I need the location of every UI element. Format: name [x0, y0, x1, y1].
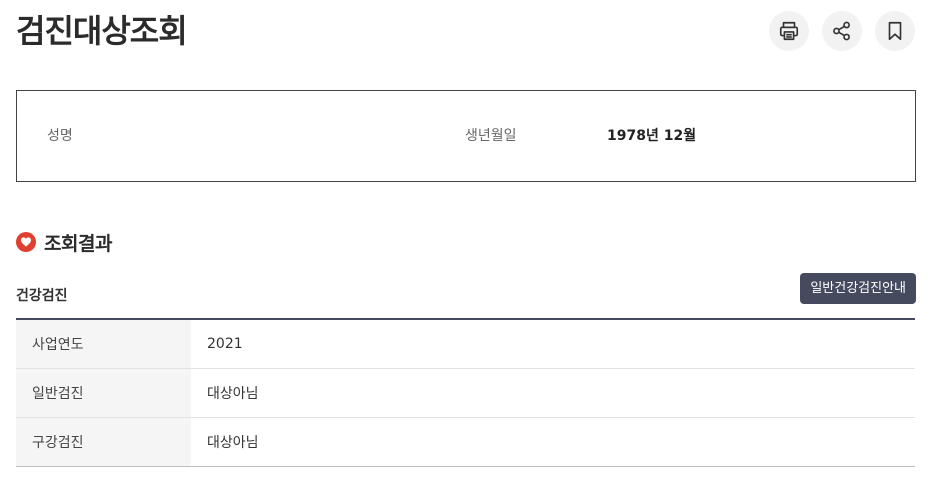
row-value: 2021 — [191, 319, 915, 369]
health-checkup-subtitle: 건강검진 — [16, 288, 68, 304]
section-title-text: 조회결과 — [44, 232, 112, 255]
printer-icon — [779, 21, 799, 41]
birth-date-value: 1978년 12월 — [607, 128, 697, 144]
user-info-box: 성명 생년월일 1978년 12월 — [16, 90, 916, 182]
header-actions — [769, 11, 915, 51]
page-title: 검진대상조회 — [16, 12, 188, 50]
birth-date-label: 생년월일 — [465, 128, 517, 144]
page: 검진대상조회 성명 생년월일 1978년 12월 조회결과 건강검진 일반건강검… — [0, 0, 931, 482]
print-button[interactable] — [769, 11, 809, 51]
heart-icon — [16, 232, 36, 252]
bookmark-icon — [888, 21, 902, 41]
share-button[interactable] — [822, 11, 862, 51]
table-row: 사업연도 2021 — [16, 319, 915, 369]
name-label: 성명 — [47, 128, 73, 144]
row-label: 사업연도 — [16, 319, 191, 369]
row-value: 대상아님 — [191, 368, 915, 418]
row-value: 대상아님 — [191, 417, 915, 467]
table-row: 일반검진 대상아님 — [16, 368, 915, 418]
result-section-title: 조회결과 — [16, 228, 112, 256]
row-label: 구강검진 — [16, 417, 191, 467]
result-table: 사업연도 2021 일반검진 대상아님 구강검진 대상아님 — [16, 318, 915, 467]
row-label: 일반검진 — [16, 368, 191, 418]
share-icon — [833, 21, 850, 41]
general-checkup-guide-button[interactable]: 일반건강검진안내 — [800, 273, 916, 304]
table-row: 구강검진 대상아님 — [16, 417, 915, 467]
bookmark-button[interactable] — [875, 11, 915, 51]
